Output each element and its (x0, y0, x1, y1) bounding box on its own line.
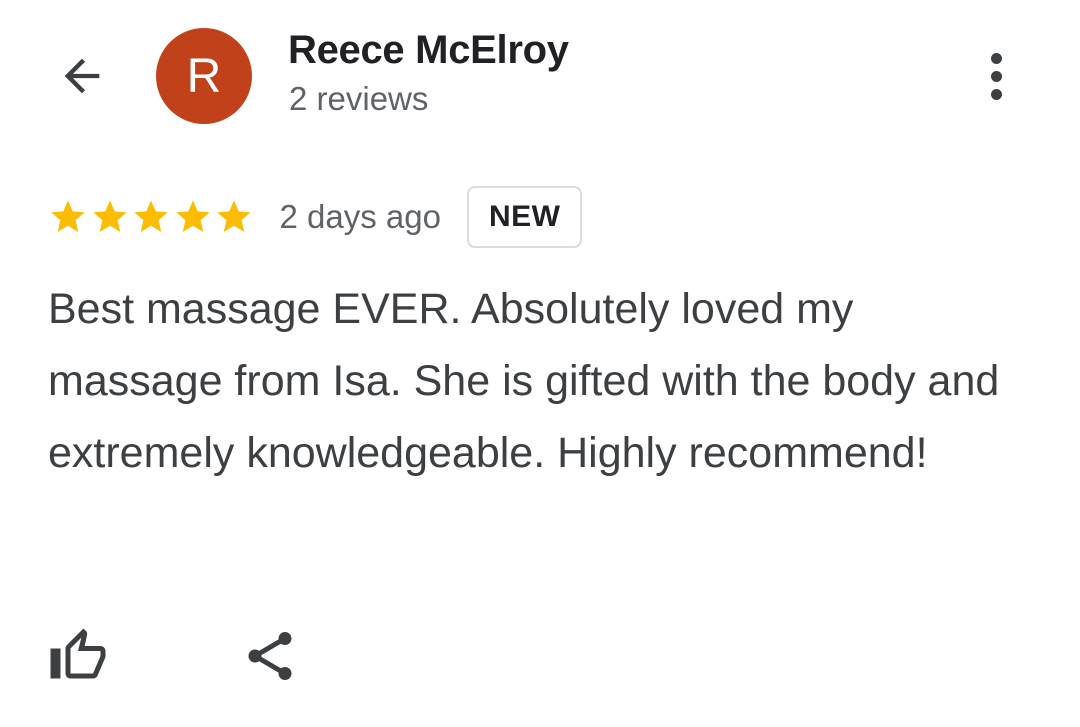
more-vert-icon-dot (990, 88, 1002, 100)
star-icon (175, 200, 210, 232)
back-button[interactable] (52, 46, 112, 106)
arrow-back-icon (64, 58, 100, 94)
rating-row: 2 days ago NEW (48, 184, 583, 250)
reviewer-review-count: 2 reviews (289, 80, 429, 117)
star-icon (134, 200, 168, 232)
avatar[interactable]: R (156, 28, 252, 124)
star-icon (217, 200, 251, 232)
star-icon (51, 200, 85, 232)
share-icon (248, 632, 292, 680)
thumb-up-icon (50, 628, 106, 679)
avatar-letter: R (186, 49, 222, 103)
reviewer-name[interactable]: Reece McElroy (288, 28, 569, 73)
new-badge: NEW (466, 186, 583, 248)
star-rating (48, 197, 256, 237)
more-vert-icon (990, 52, 1002, 64)
more-vert-icon-dot (990, 70, 1002, 82)
review-text: Best massage EVER. Absolutely loved my m… (48, 285, 1000, 477)
review-date: 2 days ago (279, 198, 441, 235)
share-button[interactable] (238, 624, 302, 688)
like-button[interactable] (46, 624, 110, 688)
more-options-button[interactable] (966, 46, 1026, 106)
star-icon (92, 200, 127, 232)
